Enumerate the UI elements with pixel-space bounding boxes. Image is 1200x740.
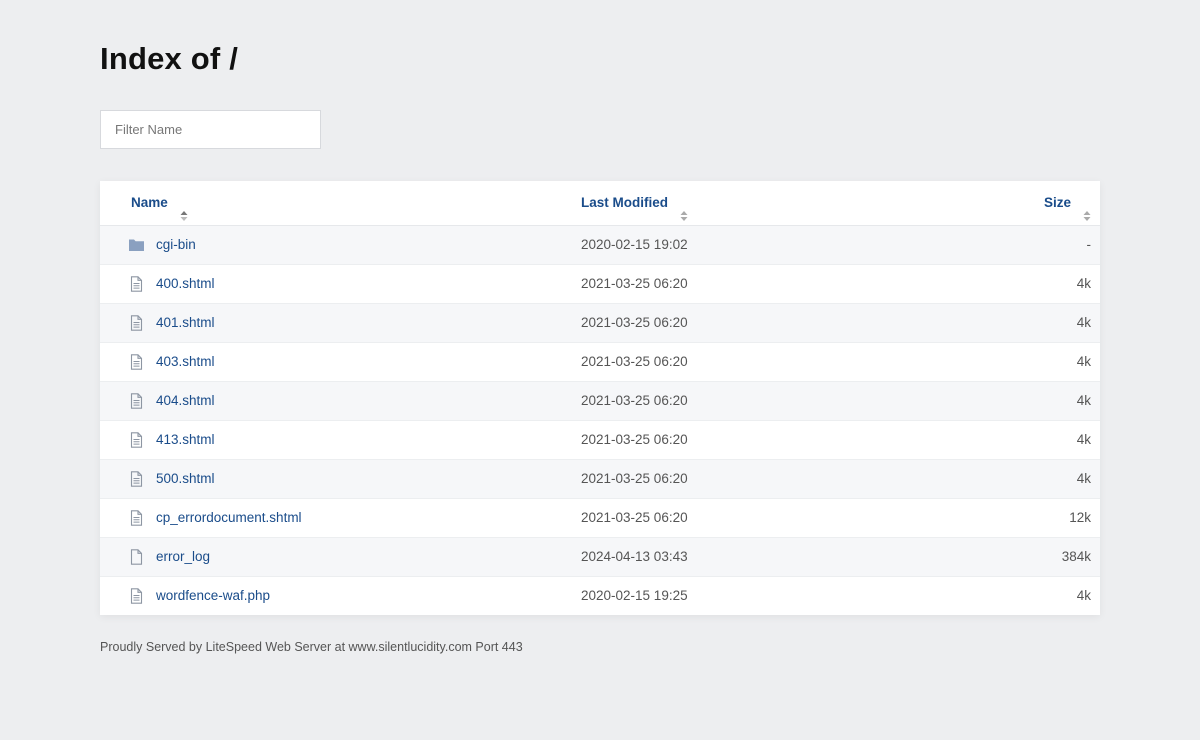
sort-arrows-icon	[180, 196, 188, 222]
table-row: error_log 2024-04-13 03:43 384k	[100, 538, 1100, 577]
file-text-icon	[128, 315, 145, 331]
file-size: 4k	[1076, 354, 1091, 369]
last-modified: 2021-03-25 06:20	[581, 471, 688, 486]
file-text-icon	[128, 471, 145, 487]
file-link[interactable]: 400.shtml	[156, 265, 215, 303]
file-size: 384k	[1061, 549, 1091, 564]
file-link[interactable]: 500.shtml	[156, 460, 215, 498]
file-link[interactable]: 413.shtml	[156, 421, 215, 459]
last-modified: 2020-02-15 19:25	[581, 588, 688, 603]
sort-by-modified-header[interactable]: Last Modified	[581, 181, 688, 225]
file-text-icon	[128, 393, 145, 409]
last-modified: 2020-02-15 19:02	[581, 237, 688, 252]
sort-arrows-icon	[680, 196, 688, 222]
last-modified: 2024-04-13 03:43	[581, 549, 688, 564]
file-text-icon	[128, 354, 145, 370]
table-body: cgi-bin 2020-02-15 19:02 - 400.shtml 202…	[100, 226, 1100, 615]
table-row: cgi-bin 2020-02-15 19:02 -	[100, 226, 1100, 265]
table-row: 500.shtml 2021-03-25 06:20 4k	[100, 460, 1100, 499]
page-title: Index of /	[100, 41, 239, 76]
file-link[interactable]: cp_errordocument.shtml	[156, 499, 302, 537]
file-text-icon	[128, 276, 145, 292]
last-modified: 2021-03-25 06:20	[581, 354, 688, 369]
sort-arrows-icon	[1083, 196, 1091, 222]
modified-header-label: Last Modified	[581, 195, 668, 210]
file-link[interactable]: wordfence-waf.php	[156, 577, 270, 615]
file-text-icon	[128, 432, 145, 448]
table-row: wordfence-waf.php 2020-02-15 19:25 4k	[100, 577, 1100, 615]
last-modified: 2021-03-25 06:20	[581, 276, 688, 291]
file-size: 4k	[1076, 276, 1091, 291]
name-header-label: Name	[131, 195, 168, 210]
file-size: 4k	[1076, 393, 1091, 408]
file-size: 12k	[1069, 510, 1091, 525]
table-row: 413.shtml 2021-03-25 06:20 4k	[100, 421, 1100, 460]
table-header: Name Last Modified Size	[100, 181, 1100, 226]
file-size: 4k	[1076, 315, 1091, 330]
file-size: 4k	[1076, 588, 1091, 603]
size-header-label: Size	[1043, 195, 1071, 210]
file-link[interactable]: 404.shtml	[156, 382, 215, 420]
table-row: 401.shtml 2021-03-25 06:20 4k	[100, 304, 1100, 343]
table-row: 403.shtml 2021-03-25 06:20 4k	[100, 343, 1100, 382]
last-modified: 2021-03-25 06:20	[581, 510, 688, 525]
file-size: 4k	[1076, 432, 1091, 447]
sort-by-size-header[interactable]: Size	[1044, 181, 1091, 225]
sort-by-name-header[interactable]: Name	[131, 181, 188, 225]
file-link[interactable]: error_log	[156, 538, 210, 576]
file-link[interactable]: cgi-bin	[156, 226, 196, 264]
table-row: 400.shtml 2021-03-25 06:20 4k	[100, 265, 1100, 304]
folder-icon	[128, 237, 145, 253]
last-modified: 2021-03-25 06:20	[581, 393, 688, 408]
file-size: -	[1086, 237, 1092, 252]
table-row: cp_errordocument.shtml 2021-03-25 06:20 …	[100, 499, 1100, 538]
file-size: 4k	[1076, 471, 1091, 486]
server-footer: Proudly Served by LiteSpeed Web Server a…	[100, 640, 523, 654]
file-text-icon	[128, 588, 145, 604]
last-modified: 2021-03-25 06:20	[581, 315, 688, 330]
last-modified: 2021-03-25 06:20	[581, 432, 688, 447]
file-link[interactable]: 401.shtml	[156, 304, 215, 342]
file-link[interactable]: 403.shtml	[156, 343, 215, 381]
file-icon	[128, 549, 145, 565]
file-text-icon	[128, 510, 145, 526]
table-row: 404.shtml 2021-03-25 06:20 4k	[100, 382, 1100, 421]
filter-name-input[interactable]	[100, 110, 321, 149]
file-listing-table: Name Last Modified Size cgi-bin 2020-02-…	[100, 181, 1100, 615]
